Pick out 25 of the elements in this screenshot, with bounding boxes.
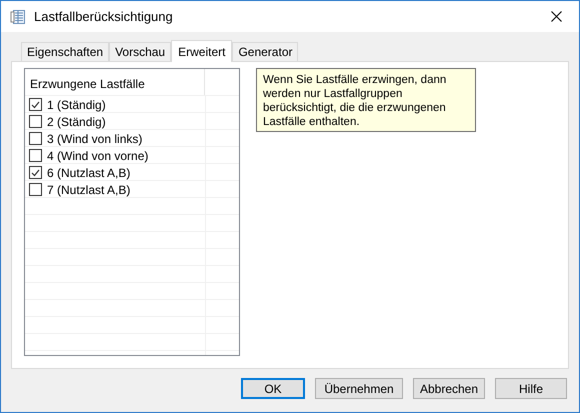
checkbox[interactable] xyxy=(29,183,42,196)
load-case-label: 7 (Nutzlast A,B) xyxy=(47,182,130,196)
load-case-label: 4 (Wind von vorne) xyxy=(47,148,148,162)
checkbox[interactable] xyxy=(29,115,42,128)
load-case-label: 1 (Ständig) xyxy=(47,98,106,112)
tab[interactable]: Generator xyxy=(232,42,298,61)
tab[interactable]: Vorschau xyxy=(109,42,172,61)
load-case-label: 2 (Ständig) xyxy=(47,114,106,128)
checkbox[interactable] xyxy=(29,166,42,179)
dialog-button[interactable]: Übernehmen xyxy=(315,378,403,399)
tab[interactable]: Eigenschaften xyxy=(21,42,110,61)
load-case-label: 6 (Nutzlast A,B) xyxy=(47,166,130,180)
load-case-label: 3 (Wind von links) xyxy=(47,132,142,146)
checkbox[interactable] xyxy=(29,98,42,111)
dialog-button[interactable]: OK xyxy=(241,378,305,399)
window-title: Lastfallberücksichtigung xyxy=(34,9,174,24)
tab[interactable]: Erweitert xyxy=(171,40,232,62)
checkbox[interactable] xyxy=(29,132,42,145)
dialog-button[interactable]: Abbrechen xyxy=(413,378,485,399)
dialog-button[interactable]: Hilfe xyxy=(495,378,567,399)
info-note: Wenn Sie Lastfälle erzwingen, dann werden nur Lastfallgruppen berücksichtigt, die die erzwungenen Lastfälle enthalten. xyxy=(256,68,476,132)
checkbox[interactable] xyxy=(29,149,42,162)
column-header[interactable]: Erzwungene Lastfälle xyxy=(25,69,205,95)
app-icon xyxy=(10,8,26,24)
close-icon xyxy=(550,11,562,22)
